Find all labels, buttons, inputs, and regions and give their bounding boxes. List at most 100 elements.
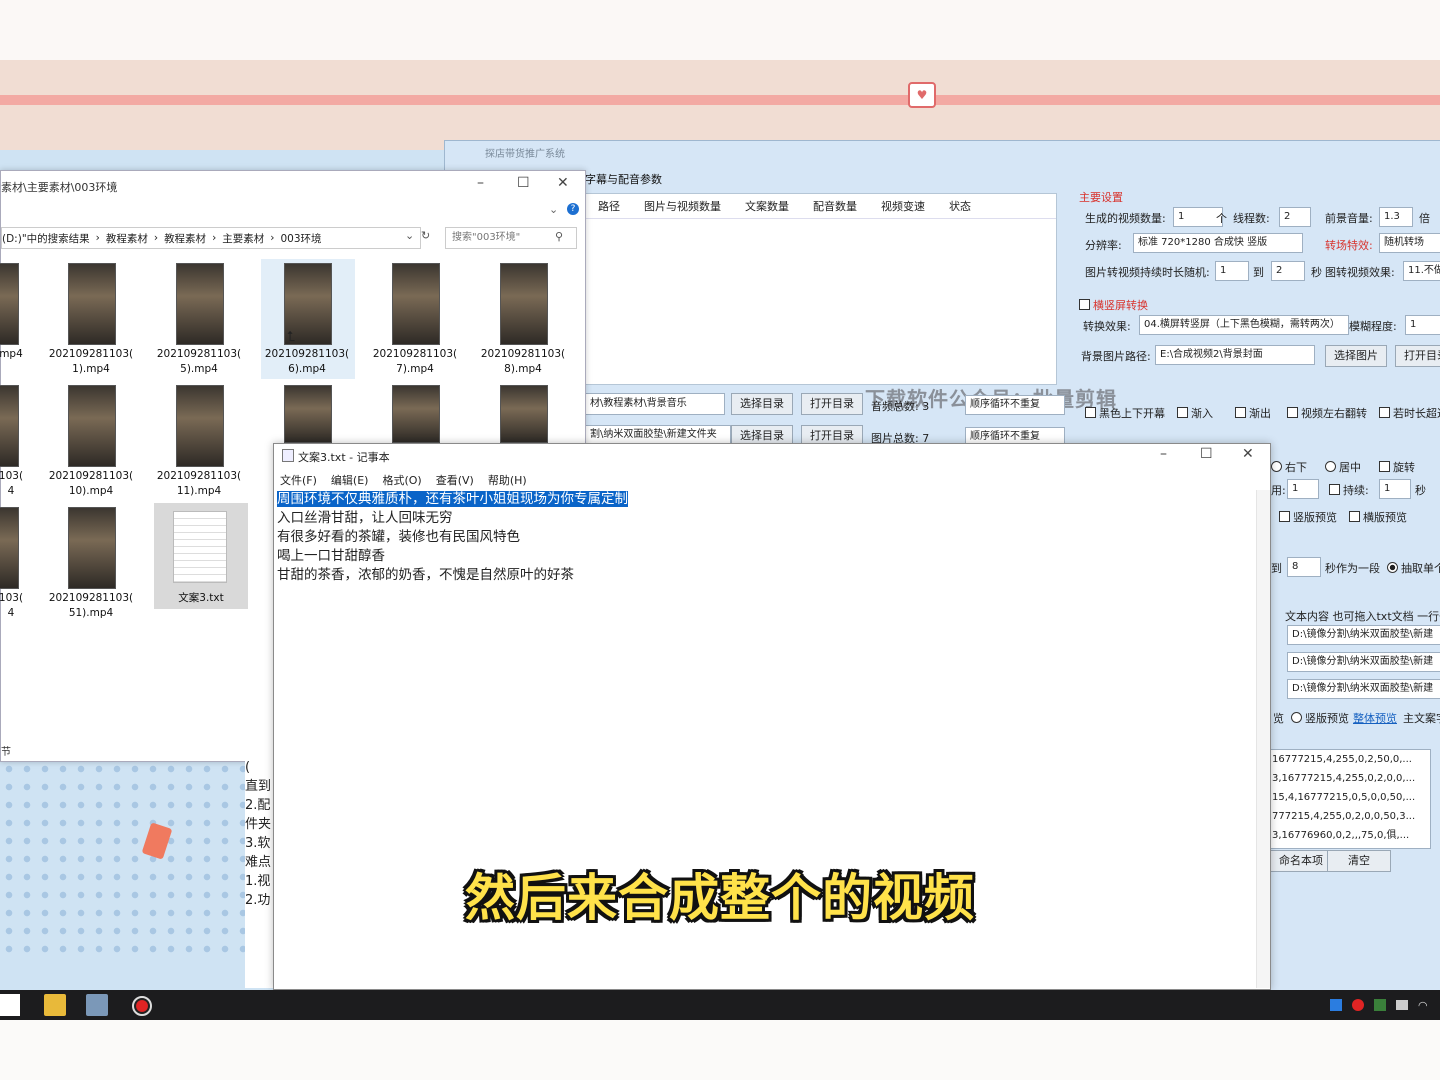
video-thumbnail[interactable]	[392, 385, 440, 443]
list-item[interactable]: 15,4,16777215,0,5,0,0,50,...	[1270, 788, 1430, 807]
wifi-icon[interactable]: ◠	[1418, 999, 1432, 1012]
text-line[interactable]: 甘甜的茶香，浓郁的奶香，不愧是自然原叶的好茶	[277, 566, 628, 585]
fg-volume-input[interactable]: 1.3	[1379, 207, 1413, 227]
img-duration-to[interactable]: 2	[1271, 261, 1305, 281]
close-icon[interactable]: ✕	[1242, 446, 1254, 462]
tray-app-icon[interactable]	[1330, 999, 1342, 1011]
rotate-checkbox[interactable]	[1379, 461, 1390, 472]
help-icon[interactable]: ?	[567, 203, 579, 215]
text-file-icon[interactable]	[173, 511, 227, 583]
time-input[interactable]: 1	[1287, 479, 1319, 499]
opt-flip[interactable]: 视频左右翻转	[1287, 405, 1367, 421]
opt-over-duration[interactable]: 若时长超过	[1379, 405, 1440, 421]
duration-input[interactable]: 1	[1379, 479, 1411, 499]
text-line[interactable]: 有很多好看的茶罐，装修也有民国风特色	[277, 528, 628, 547]
text-path-1[interactable]: D:\镜像分割\纳米双面胶垫\新建	[1287, 625, 1440, 645]
image-path-input[interactable]: 割\纳米双面胶垫\新建文件夹	[585, 425, 731, 445]
horizontal-preview-checkbox[interactable]	[1349, 511, 1360, 522]
breadcrumb-search[interactable]: (D:)"中的搜索结果	[2, 231, 90, 246]
search-box[interactable]	[0, 994, 20, 1016]
breadcrumb-tutorial-2[interactable]: 教程素材	[164, 231, 206, 246]
menu-view[interactable]: 查看(V)	[436, 472, 474, 488]
video-thumbnail[interactable]	[0, 507, 19, 589]
video-thumbnail[interactable]	[176, 263, 224, 345]
video-thumbnail[interactable]	[0, 385, 19, 467]
text-line[interactable]: 入口丝滑甘甜，让人回味无穷	[277, 509, 628, 528]
over-duration-checkbox[interactable]	[1379, 407, 1390, 418]
style-list[interactable]: 16777215,4,255,0,2,50,0,... 3,16777215,4…	[1269, 749, 1431, 849]
chevron-down-icon[interactable]: ⌄	[549, 203, 558, 216]
fadein-checkbox[interactable]	[1177, 407, 1188, 418]
video-thumbnail[interactable]	[0, 263, 19, 345]
app-icon[interactable]	[86, 994, 108, 1016]
list-item[interactable]: 777215,4,255,0,2,0,0,50,3...	[1270, 807, 1430, 826]
selected-text-line[interactable]: 周围环境不仅典雅质朴，还有茶叶小姐姐现场为你专属定制	[277, 491, 628, 507]
video-thumbnail[interactable]	[500, 263, 548, 345]
music-path-input[interactable]: 材\教程素材\背景音乐	[585, 393, 725, 415]
resolution-select[interactable]: 标准 720*1280 合成快 竖版	[1133, 233, 1303, 253]
task-grid[interactable]: 路径 图片与视频数量 文案数量 配音数量 视频变速 状态	[585, 193, 1057, 385]
duration-checkbox[interactable]	[1329, 484, 1340, 495]
vertical-preview-checkbox[interactable]	[1279, 511, 1290, 522]
img-effect-select[interactable]: 11.不做	[1403, 261, 1440, 281]
vertical-preview-option-2[interactable]: 竖版预览	[1291, 710, 1349, 726]
open-bg-dir-button[interactable]: 打开目录	[1395, 345, 1440, 367]
bottom-right-radio[interactable]	[1271, 461, 1282, 472]
opt-black-curtain[interactable]: 黑色上下开幕	[1085, 405, 1165, 421]
vertical-preview-option[interactable]: 竖版预览	[1279, 509, 1337, 525]
video-thumbnail[interactable]	[68, 507, 116, 589]
transition-select[interactable]: 随机转场	[1379, 233, 1440, 253]
pos-bottom-right[interactable]: 右下	[1271, 459, 1307, 475]
flip-checkbox[interactable]	[1287, 407, 1298, 418]
breadcrumb-main[interactable]: 主要素材	[222, 231, 264, 246]
overall-preview-link[interactable]: 整体预览	[1353, 710, 1397, 726]
music-order-select[interactable]: 顺序循环不重复	[965, 395, 1065, 415]
close-icon[interactable]: ✕	[557, 175, 569, 191]
extract-single-option[interactable]: 抽取单个	[1387, 560, 1440, 576]
tab-subtitle-voice[interactable]: 字幕与配音参数	[585, 171, 662, 187]
menu-help[interactable]: 帮助(H)	[488, 472, 527, 488]
maximize-icon[interactable]: ☐	[517, 175, 530, 191]
video-thumbnail[interactable]	[68, 263, 116, 345]
list-item[interactable]: 3,16776960,0,2,,,75,0,俱,...	[1270, 826, 1430, 845]
text-path-3[interactable]: D:\镜像分割\纳米双面胶垫\新建	[1287, 679, 1440, 699]
black-curtain-checkbox[interactable]	[1085, 407, 1096, 418]
tray-gpu-icon[interactable]	[1374, 999, 1386, 1011]
minimize-icon[interactable]: –	[477, 175, 484, 191]
video-thumbnail[interactable]	[176, 385, 224, 467]
video-thumbnail[interactable]	[392, 263, 440, 345]
breadcrumb-tutorial-1[interactable]: 教程素材	[106, 231, 148, 246]
menu-file[interactable]: 文件(F)	[280, 472, 317, 488]
rotate-option[interactable]: 旋转	[1379, 459, 1415, 475]
img-duration-from[interactable]: 1	[1215, 261, 1249, 281]
text-line[interactable]: 喝上一口甘甜醇香	[277, 547, 628, 566]
opt-fadein[interactable]: 渐入	[1177, 405, 1213, 421]
fadeout-checkbox[interactable]	[1235, 407, 1246, 418]
hv-convert-checkbox[interactable]	[1079, 299, 1090, 310]
list-item[interactable]: 3,16777215,4,255,0,2,0,0,...	[1270, 769, 1430, 788]
refresh-icon[interactable]: ↻	[421, 229, 430, 242]
duration-option[interactable]: 持续:	[1329, 482, 1369, 498]
pos-center[interactable]: 居中	[1325, 459, 1361, 475]
menu-edit[interactable]: 编辑(E)	[331, 472, 369, 488]
record-icon[interactable]	[132, 996, 152, 1016]
extract-single-radio[interactable]	[1387, 562, 1398, 573]
choose-music-dir-button[interactable]: 选择目录	[731, 393, 793, 415]
horizontal-preview-option[interactable]: 横版预览	[1349, 509, 1407, 525]
open-music-dir-button[interactable]: 打开目录	[801, 393, 863, 415]
menu-format[interactable]: 格式(O)	[382, 472, 421, 488]
segment-input[interactable]: 8	[1287, 557, 1321, 577]
list-item[interactable]: 16777215,4,255,0,2,50,0,...	[1270, 750, 1430, 769]
address-bar[interactable]: (D:)"中的搜索结果 › 教程素材 › 教程素材 › 主要素材 › 003环境	[1, 227, 421, 249]
video-thumbnail[interactable]	[68, 385, 116, 467]
maximize-icon[interactable]: ☐	[1200, 446, 1213, 462]
battery-icon[interactable]	[1396, 1000, 1408, 1010]
breadcrumb-env[interactable]: 003环境	[280, 231, 321, 246]
notepad-editor[interactable]: 周围环境不仅典雅质朴，还有茶叶小姐姐现场为你专属定制 入口丝滑甘甜，让人回味无穷…	[277, 490, 628, 585]
video-thumbnail[interactable]	[500, 385, 548, 443]
choose-image-button[interactable]: 选择图片	[1325, 345, 1387, 367]
minimize-icon[interactable]: –	[1160, 446, 1167, 462]
text-path-2[interactable]: D:\镜像分割\纳米双面胶垫\新建	[1287, 652, 1440, 672]
blur-input[interactable]: 1	[1405, 315, 1440, 335]
dropdown-icon[interactable]: ⌄	[405, 229, 414, 242]
